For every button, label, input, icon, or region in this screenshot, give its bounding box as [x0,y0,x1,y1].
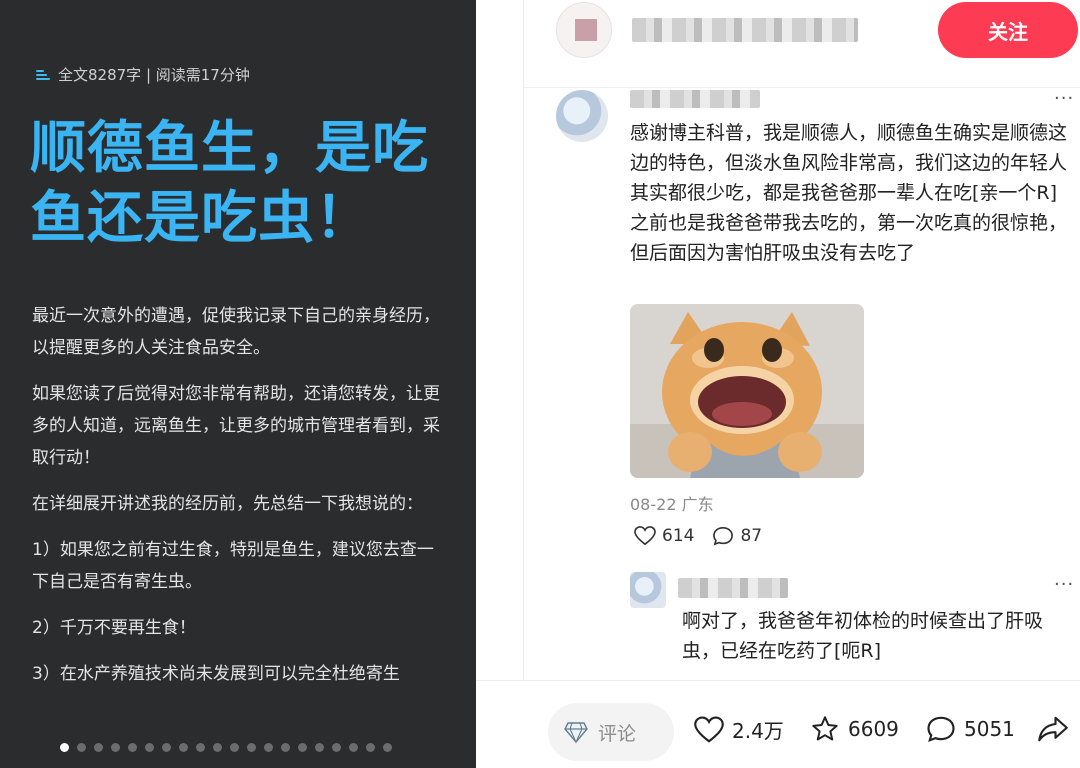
text-lines-icon [36,68,52,82]
article-paragraph: 2）千万不要再生食！ [32,618,196,638]
collect-count: 6609 [848,717,899,741]
commenter-avatar[interactable] [556,90,608,142]
comment-image-cat-meme[interactable] [630,304,864,478]
carousel-dot[interactable] [230,743,239,752]
speech-bubble-icon [927,716,955,742]
carousel-dot[interactable] [94,743,103,752]
carousel-dot[interactable] [264,743,273,752]
carousel-page-indicator[interactable] [60,743,392,752]
carousel-dot[interactable] [247,743,256,752]
star-icon [812,716,838,741]
follow-button[interactable]: 关注 [938,2,1078,58]
heart-icon [694,715,724,743]
carousel-dot[interactable] [60,743,69,752]
carousel-dot[interactable] [179,743,188,752]
carousel-dot[interactable] [349,743,358,752]
comment-like-button[interactable]: 614 [634,526,694,546]
comment-input[interactable]: 评论 [548,703,674,761]
comment-input-placeholder: 评论 [598,722,637,745]
replier-name-blurred[interactable] [678,578,788,598]
reply-item: ··· 啊对了，我爸爸年初体检的时候查出了肝吸虫，已经在吃药了[呃R] [524,570,1080,680]
author-name-blurred[interactable] [632,18,858,42]
article-meta: 全文8287字 | 阅读需17分钟 [36,64,250,85]
like-count: 2.4万 [732,719,784,743]
article-meta-text: 全文8287字 | 阅读需17分钟 [58,66,250,84]
like-button[interactable]: 2.4万 [694,715,784,744]
article-paragraph: 在详细展开讲述我的经历前，先总结一下我想说的： [32,494,423,514]
replier-avatar[interactable] [630,572,666,608]
comment-text: 感谢博主科普，我是顺德人，顺德鱼生确实是顺德这边的特色，但淡水鱼风险非常高，我们… [630,122,1068,264]
carousel-dot[interactable] [128,743,137,752]
more-options-icon[interactable]: ··· [1054,574,1074,595]
carousel-dot[interactable] [383,743,392,752]
more-options-icon[interactable]: ··· [1054,88,1074,109]
commenter-name-blurred[interactable] [630,90,760,108]
carousel-dot[interactable] [111,743,120,752]
comment-date-location: 08-22 广东 [630,495,714,514]
carousel-dot[interactable] [366,743,375,752]
speech-bubble-icon [713,526,734,546]
cat-meme-image [630,304,864,478]
reply-text: 啊对了，我爸爸年初体检的时候查出了肝吸虫，已经在吃药了[呃R] [682,610,1044,662]
comment-item: ··· 感谢博主科普，我是顺德人，顺德鱼生确实是顺德这边的特色，但淡水鱼风险非常… [524,88,1080,558]
carousel-dot[interactable] [315,743,324,752]
share-icon [1038,716,1068,742]
share-button[interactable] [1038,715,1068,743]
comment-count: 5051 [964,717,1015,741]
comment-panel: 关注 ··· 感谢博主科普，我是顺德人，顺德鱼生确实是顺德这边的特色，但淡水鱼风… [524,0,1080,768]
diamond-icon [564,722,588,743]
author-header: 关注 [524,0,1080,88]
comment-reply-button[interactable]: 87 [712,526,762,546]
article-title: 顺德鱼生，是吃鱼还是吃虫！ [30,116,429,251]
carousel-dot[interactable] [196,743,205,752]
carousel-dot[interactable] [281,743,290,752]
carousel-dot[interactable] [145,743,154,752]
article-paragraph: 3）在水产养殖技术尚未发展到可以完全杜绝寄生 [32,664,400,684]
heart-icon [634,526,656,546]
bottom-action-bar: 评论 2.4万 6609 5051 [476,680,1080,768]
carousel-dot[interactable] [213,743,222,752]
article-card[interactable]: 全文8287字 | 阅读需17分钟 顺德鱼生，是吃鱼还是吃虫！ 最近一次意外的遭… [0,0,476,768]
comment-actions: 614 87 [634,526,762,546]
carousel-dot[interactable] [162,743,171,752]
carousel-dot[interactable] [77,743,86,752]
collect-button[interactable]: 6609 [810,715,899,743]
article-paragraph: 如果您读了后觉得对您非常有帮助，还请您转发，让更多的人知道，远离鱼生，让更多的城… [32,384,440,468]
carousel-dot[interactable] [298,743,307,752]
comments-button[interactable]: 5051 [926,715,1015,743]
author-avatar[interactable] [556,2,612,58]
comment-like-count: 614 [662,526,695,546]
article-body: 最近一次意外的遭遇，促使我记录下自己的亲身经历，以提醒更多的人关注食品安全。 如… [32,300,442,704]
carousel-dot[interactable] [332,743,341,752]
article-paragraph: 1）如果您之前有过生食，特别是鱼生，建议您去查一下自己是否有寄生虫。 [32,540,434,592]
comment-reply-count: 87 [740,526,763,546]
article-paragraph: 最近一次意外的遭遇，促使我记录下自己的亲身经历，以提醒更多的人关注食品安全。 [32,306,440,358]
